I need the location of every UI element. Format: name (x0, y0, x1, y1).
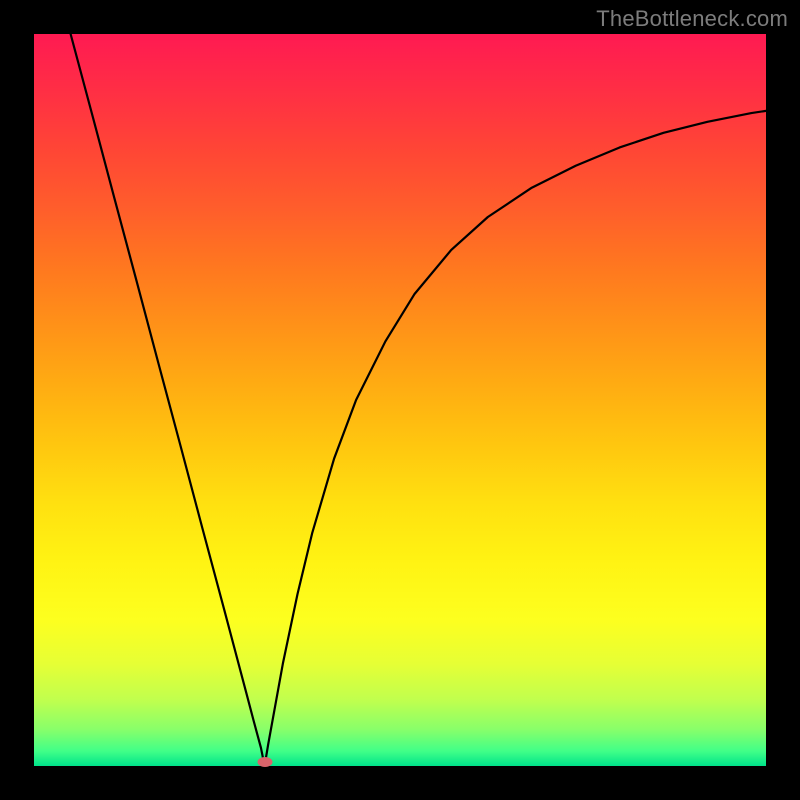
bottleneck-curve (71, 34, 766, 766)
plot-area (34, 34, 766, 766)
curve-svg (34, 34, 766, 766)
watermark-text: TheBottleneck.com (596, 6, 788, 32)
curve-minimum-marker (257, 757, 272, 767)
chart-frame: TheBottleneck.com (0, 0, 800, 800)
